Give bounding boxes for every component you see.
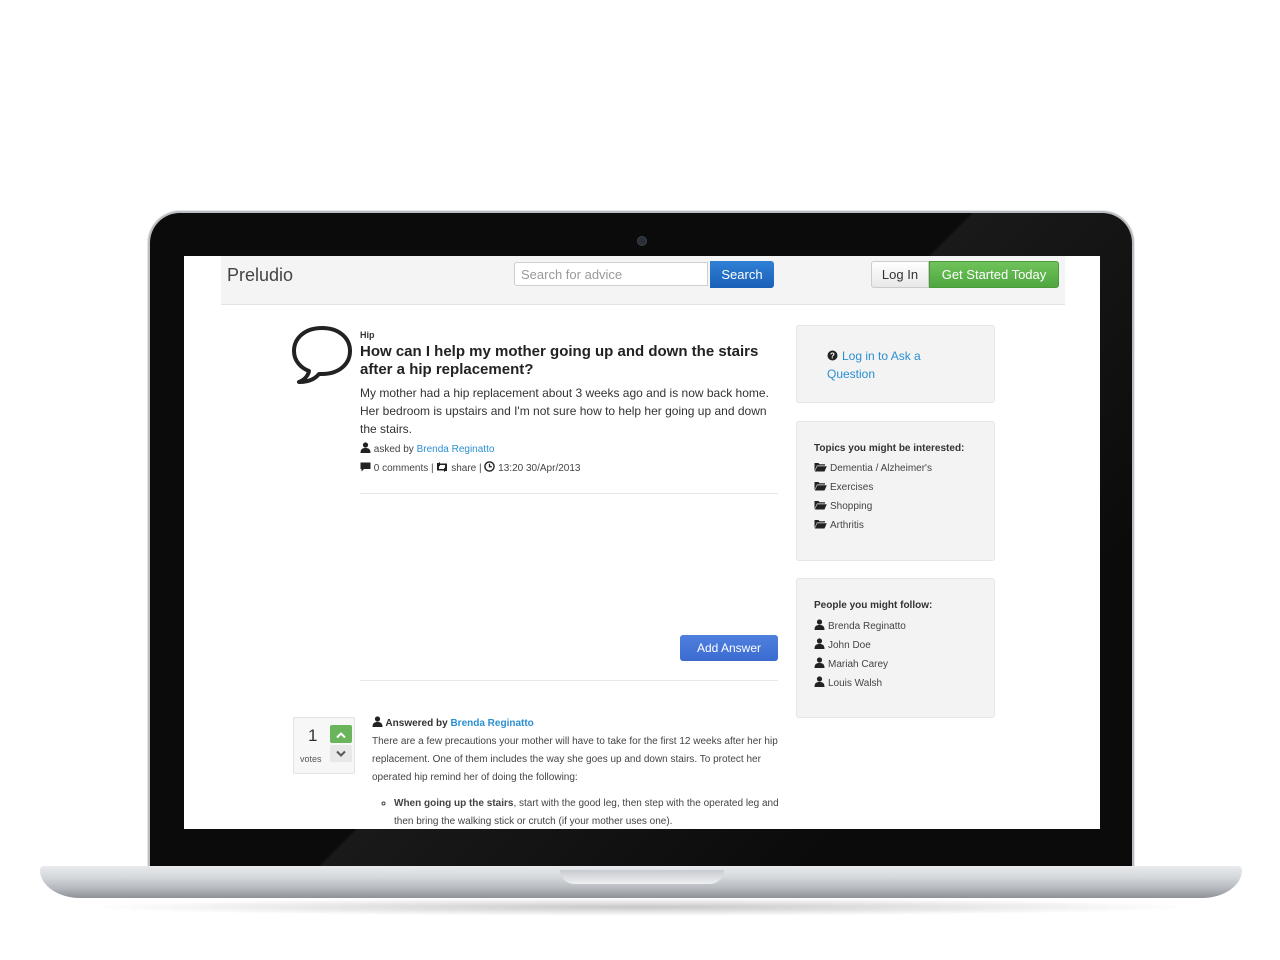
user-icon xyxy=(360,442,371,453)
answer-list-item-heading: When going up the stairs xyxy=(394,798,514,809)
answered-by-label: Answered by xyxy=(385,718,448,729)
people-panel: People you might follow: Brenda Reginatt… xyxy=(796,578,995,718)
search-button[interactable]: Search xyxy=(710,261,774,288)
person-item[interactable]: Brenda Reginatto xyxy=(814,619,906,632)
person-name: Brenda Reginatto xyxy=(828,621,906,632)
answered-by-row: Answered by Brenda Reginatto xyxy=(372,716,534,729)
folder-icon xyxy=(814,482,827,491)
asked-by-row: asked by Brenda Reginatto xyxy=(360,442,494,455)
vote-count: 1 xyxy=(308,726,318,745)
brand-logo[interactable]: Preludio xyxy=(227,265,293,286)
votes-label: votes xyxy=(300,754,322,764)
person-item[interactable]: Mariah Carey xyxy=(814,657,888,670)
meta-separator: | xyxy=(479,463,482,474)
person-name: Louis Walsh xyxy=(828,678,883,689)
login-button[interactable]: Log In xyxy=(871,261,929,288)
divider xyxy=(360,680,778,681)
comments-link[interactable]: 0 comments xyxy=(374,463,428,474)
topics-panel: Topics you might be interested: Dementia… xyxy=(796,421,995,561)
folder-icon xyxy=(814,501,827,510)
navbar: Preludio Search Log In Get Started Today xyxy=(221,256,1065,305)
ask-question-panel: ? Log in to Ask a Question xyxy=(796,325,995,403)
question-timestamp: 13:20 30/Apr/2013 xyxy=(498,463,581,474)
svg-text:?: ? xyxy=(830,352,835,361)
topic-item[interactable]: Arthritis xyxy=(814,519,864,531)
user-icon xyxy=(814,676,825,687)
get-started-button[interactable]: Get Started Today xyxy=(929,261,1059,288)
add-answer-button[interactable]: Add Answer xyxy=(680,635,778,661)
share-link[interactable]: share xyxy=(451,463,476,474)
answer-list-item: When going up the stairs, start with the… xyxy=(394,795,798,829)
downvote-button[interactable] xyxy=(330,745,352,762)
clock-icon xyxy=(484,461,496,472)
topic-label: Shopping xyxy=(830,501,873,512)
webcam-icon xyxy=(637,236,647,246)
person-item[interactable]: Louis Walsh xyxy=(814,676,882,689)
chevron-down-icon xyxy=(336,750,346,757)
topics-title: Topics you might be interested: xyxy=(814,443,965,454)
topic-item[interactable]: Exercises xyxy=(814,481,873,493)
user-icon xyxy=(372,716,383,727)
topic-item[interactable]: Shopping xyxy=(814,500,872,512)
question-topic-tag[interactable]: Hip xyxy=(360,330,375,340)
chevron-up-icon xyxy=(336,731,346,738)
topic-label: Exercises xyxy=(830,482,874,493)
topic-label: Arthritis xyxy=(830,520,864,531)
user-icon xyxy=(814,657,825,668)
folder-icon xyxy=(814,520,827,529)
question-title: How can I help my mother going up and do… xyxy=(360,343,759,378)
laptop-shadow xyxy=(80,898,1200,916)
person-name: John Doe xyxy=(828,640,871,651)
topic-item[interactable]: Dementia / Alzheimer's xyxy=(814,462,932,474)
person-item[interactable]: John Doe xyxy=(814,638,871,651)
user-icon xyxy=(814,638,825,649)
answered-by-user-link[interactable]: Brenda Reginatto xyxy=(450,718,533,729)
laptop-notch xyxy=(560,870,724,884)
laptop-screen: Preludio Search Log In Get Started Today… xyxy=(184,256,1100,829)
people-title: People you might follow: xyxy=(814,600,933,611)
topic-label: Dementia / Alzheimer's xyxy=(830,463,932,474)
user-icon xyxy=(814,619,825,630)
answer-list: When going up the stairs, start with the… xyxy=(376,795,798,829)
search-input[interactable] xyxy=(514,262,708,286)
upvote-button[interactable] xyxy=(330,725,352,743)
question-body: My mother had a hip replacement about 3 … xyxy=(360,386,769,436)
login-to-ask-link[interactable]: ? Log in to Ask a Question xyxy=(827,347,967,383)
question-circle-icon: ? xyxy=(827,350,838,361)
folder-icon xyxy=(814,463,827,472)
comment-icon xyxy=(360,462,371,472)
divider xyxy=(360,493,778,494)
meta-separator: | xyxy=(431,463,434,474)
speech-bubble-icon xyxy=(292,326,352,384)
asked-by-user-link[interactable]: Brenda Reginatto xyxy=(417,444,495,455)
share-icon xyxy=(437,462,448,472)
vote-box: 1 votes xyxy=(293,717,355,774)
question-meta-row: 0 comments | share | 13:20 30/Apr/2013 xyxy=(360,461,580,474)
answer-body: There are a few precautions your mother … xyxy=(372,736,778,783)
asked-by-label: asked by xyxy=(373,444,414,455)
login-to-ask-label: Log in to Ask a Question xyxy=(827,349,921,381)
person-name: Mariah Carey xyxy=(828,659,889,670)
